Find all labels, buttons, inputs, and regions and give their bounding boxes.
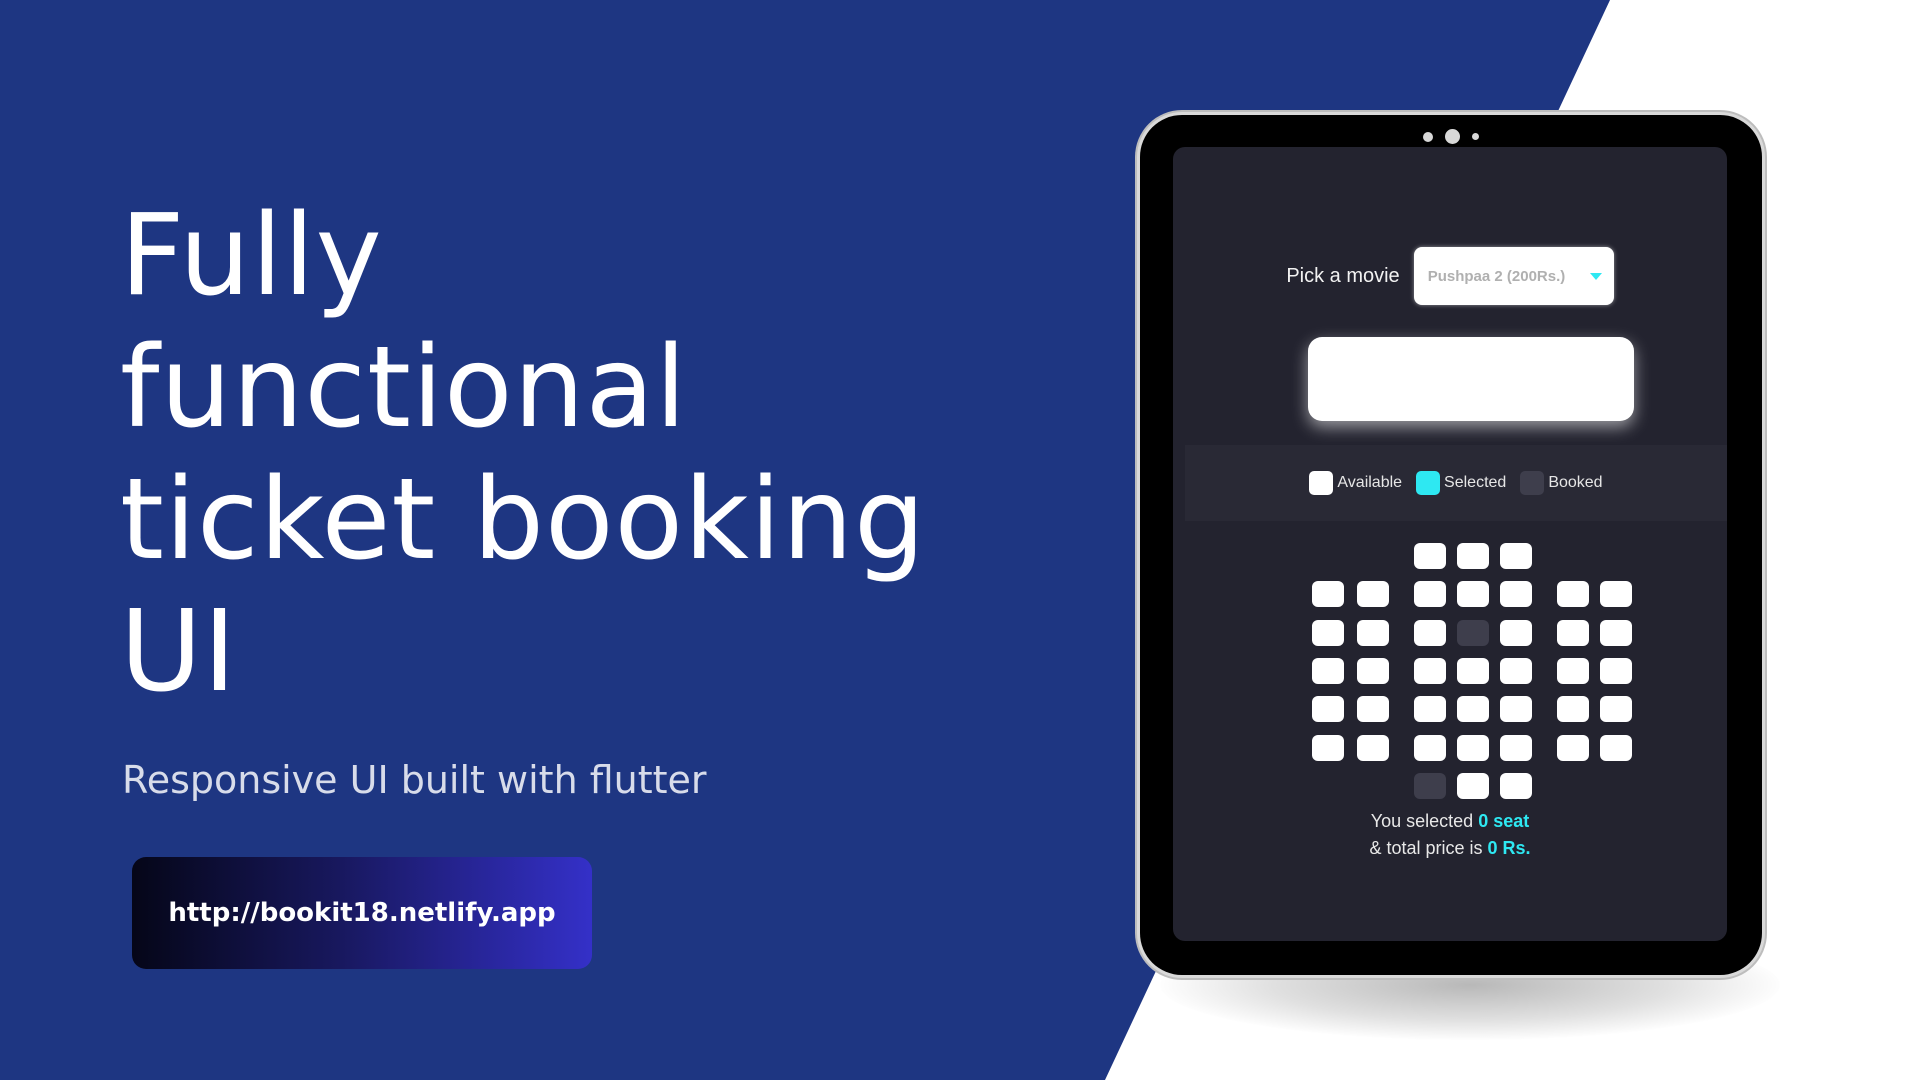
seat-available[interactable] — [1457, 657, 1489, 684]
seat-available[interactable] — [1357, 657, 1389, 684]
seat-available[interactable] — [1357, 619, 1389, 646]
seat-available[interactable] — [1457, 734, 1489, 761]
summary-line-price: & total price is 0 Rs. — [1173, 835, 1727, 862]
subtitle: Responsive UI built with flutter — [122, 758, 707, 802]
summary-seats-prefix: You selected — [1370, 811, 1474, 831]
total-price: 0 Rs. — [1487, 838, 1531, 858]
available-swatch-icon — [1309, 471, 1334, 495]
seat-available[interactable] — [1457, 543, 1489, 569]
seat-available[interactable] — [1457, 772, 1489, 799]
seat-available[interactable] — [1500, 696, 1532, 723]
seat-available[interactable] — [1600, 657, 1632, 684]
seat-available[interactable] — [1557, 696, 1589, 723]
seat-booked — [1457, 619, 1489, 646]
seat-available[interactable] — [1557, 619, 1589, 646]
tablet-volume-down-button — [1762, 226, 1766, 266]
summary-line-seats: You selected 0 seat — [1173, 808, 1727, 835]
headline-line-3: ticket booking — [120, 455, 927, 585]
seat-available[interactable] — [1357, 581, 1389, 608]
headline: Fully functional ticket booking UI — [120, 190, 926, 718]
tablet-screen: Pick a movie Pushpaa 2 (200Rs.) Availabl… — [1173, 147, 1727, 941]
legend-available: Available — [1309, 471, 1402, 495]
seat-available[interactable] — [1357, 734, 1389, 761]
seat-available[interactable] — [1414, 581, 1446, 608]
seat-available[interactable] — [1557, 581, 1589, 608]
seat-available[interactable] — [1500, 619, 1532, 646]
seat-available[interactable] — [1600, 696, 1632, 723]
seat-available[interactable] — [1312, 657, 1344, 684]
seat-available[interactable] — [1500, 734, 1532, 761]
movie-picker-label: Pick a movie — [1286, 264, 1400, 287]
headline-line-4: UI — [120, 587, 238, 717]
seat-available[interactable] — [1457, 696, 1489, 723]
seat-legend: Available Selected Booked — [1185, 445, 1727, 521]
tablet-camera — [1423, 129, 1479, 144]
seat-available[interactable] — [1357, 696, 1389, 723]
movie-select-dropdown[interactable]: Pushpaa 2 (200Rs.) — [1413, 247, 1614, 305]
app-url-button[interactable]: http://bookit18.netlify.app — [132, 857, 592, 969]
seat-available[interactable] — [1500, 657, 1532, 684]
seat-available[interactable] — [1312, 581, 1344, 608]
chevron-down-icon — [1589, 272, 1602, 280]
legend-selected: Selected — [1416, 471, 1506, 495]
seat-available[interactable] — [1500, 581, 1532, 608]
seat-available[interactable] — [1557, 657, 1589, 684]
cinema-screen — [1308, 337, 1634, 421]
legend-booked: Booked — [1520, 471, 1603, 495]
headline-line-2: functional — [120, 323, 688, 453]
camera-sensor-icon — [1423, 131, 1433, 142]
seat-available[interactable] — [1312, 619, 1344, 646]
booked-swatch-icon — [1520, 471, 1545, 495]
summary-price-prefix: & total price is — [1369, 838, 1483, 858]
selected-seat-count: 0 seat — [1478, 811, 1530, 831]
seat-available[interactable] — [1414, 657, 1446, 684]
seat-booked — [1414, 772, 1446, 799]
legend-available-label: Available — [1337, 474, 1403, 491]
seat-available[interactable] — [1500, 543, 1532, 569]
seat-available[interactable] — [1600, 581, 1632, 608]
seat-available[interactable] — [1600, 619, 1632, 646]
movie-picker-row: Pick a movie Pushpaa 2 (200Rs.) — [1173, 247, 1727, 305]
seat-available[interactable] — [1414, 734, 1446, 761]
legend-booked-label: Booked — [1548, 474, 1603, 491]
seat-available[interactable] — [1414, 619, 1446, 646]
camera-flash-icon — [1472, 133, 1479, 140]
selected-swatch-icon — [1416, 471, 1441, 495]
headline-line-1: Fully — [120, 191, 383, 321]
seat-available[interactable] — [1500, 772, 1532, 799]
booking-summary: You selected 0 seat & total price is 0 R… — [1173, 808, 1727, 862]
seat-available[interactable] — [1414, 543, 1446, 569]
tablet-volume-up-button — [1762, 183, 1766, 223]
seat-available[interactable] — [1457, 581, 1489, 608]
camera-lens-icon — [1445, 129, 1460, 144]
seat-available[interactable] — [1312, 696, 1344, 723]
seat-available[interactable] — [1414, 696, 1446, 723]
seat-available[interactable] — [1312, 734, 1344, 761]
tablet-frame: Pick a movie Pushpaa 2 (200Rs.) Availabl… — [1140, 115, 1762, 975]
movie-select-value: Pushpaa 2 (200Rs.) — [1427, 267, 1566, 285]
seat-available[interactable] — [1557, 734, 1589, 761]
legend-selected-label: Selected — [1444, 474, 1507, 491]
seat-available[interactable] — [1600, 734, 1632, 761]
